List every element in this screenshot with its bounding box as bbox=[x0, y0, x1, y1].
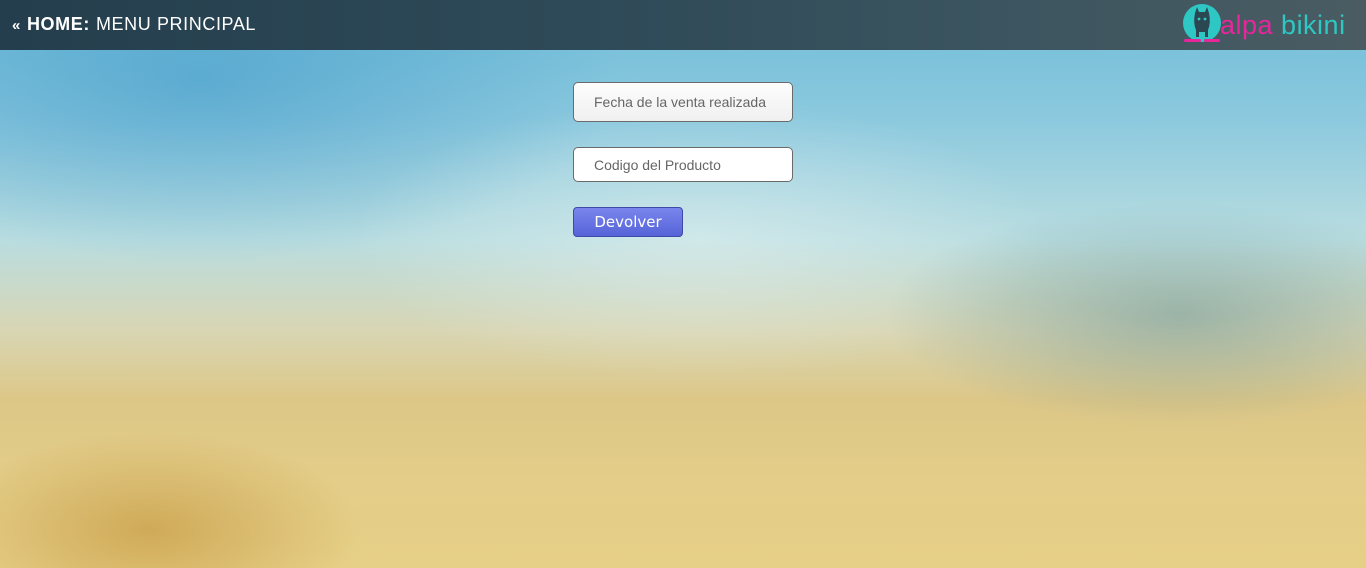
sale-date-input[interactable] bbox=[573, 82, 793, 122]
top-bar: « HOME: MENU PRINCIPAL alpa bikini bbox=[0, 0, 1366, 50]
menu-principal-label: MENU PRINCIPAL bbox=[95, 14, 257, 34]
home-menu-link[interactable]: « HOME: MENU PRINCIPAL bbox=[12, 14, 256, 35]
logo-alpa-text: alpa bbox=[1220, 9, 1274, 40]
logo-bikini-text: bikini bbox=[1281, 9, 1346, 40]
back-chevron-icon: « bbox=[12, 17, 21, 34]
alpaca-logo-icon bbox=[1183, 4, 1221, 42]
alpa-bikini-logo: alpa bikini bbox=[1178, 3, 1360, 47]
home-label: HOME: bbox=[26, 14, 90, 34]
product-code-input[interactable] bbox=[573, 147, 793, 182]
return-form: Devolver bbox=[573, 82, 793, 237]
devolver-button[interactable]: Devolver bbox=[573, 207, 683, 237]
